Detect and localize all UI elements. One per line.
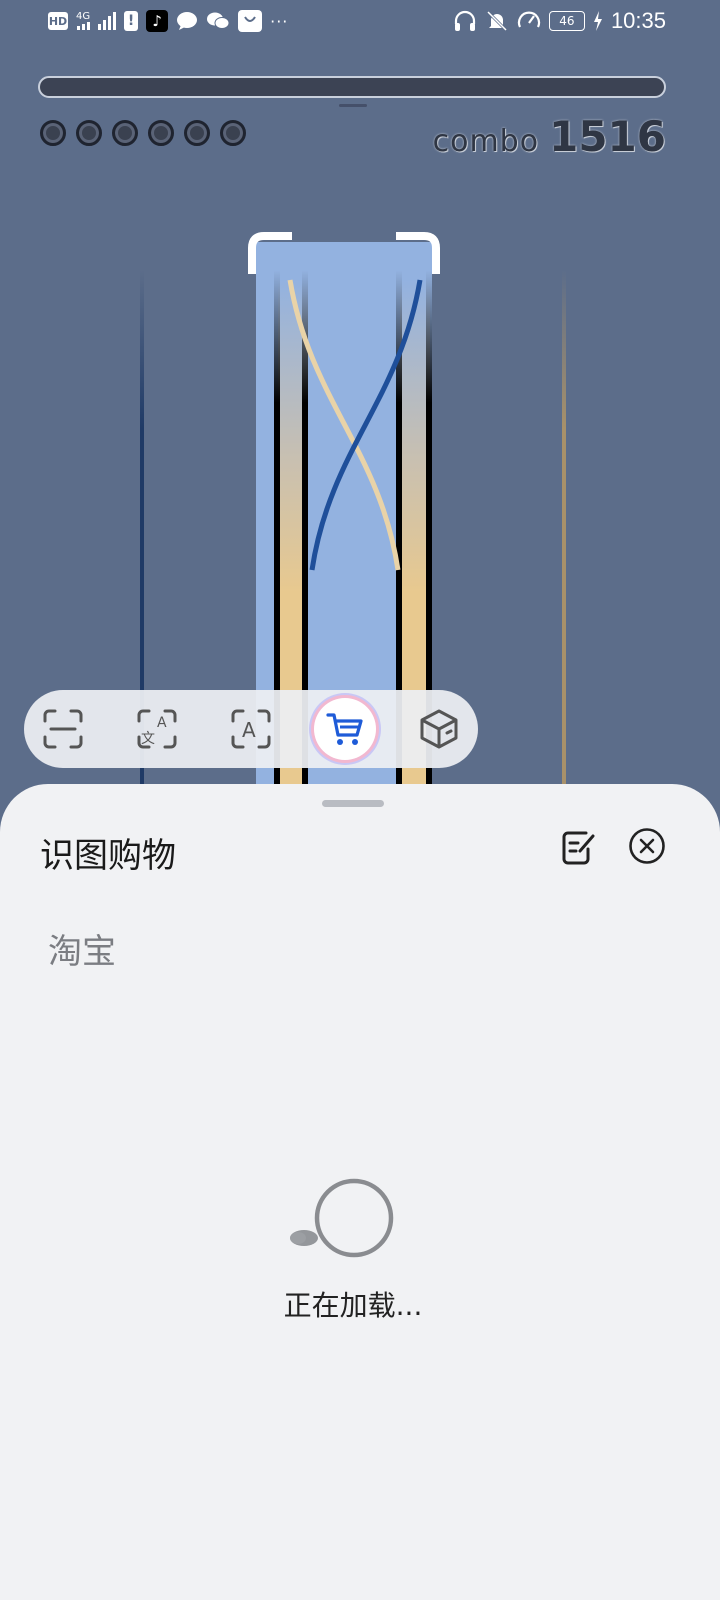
right-rail bbox=[562, 270, 566, 800]
battery-icon: 46 bbox=[548, 11, 585, 31]
scan-mode-button[interactable] bbox=[32, 698, 94, 760]
sheet-title: 识图购物 bbox=[40, 836, 176, 876]
close-button[interactable] bbox=[627, 826, 667, 866]
bell-muted-icon bbox=[485, 10, 509, 32]
tiktok-icon: ♪ bbox=[146, 10, 169, 32]
life-dot bbox=[148, 120, 174, 146]
shopping-cart-icon bbox=[326, 713, 363, 745]
close-circle-icon bbox=[629, 828, 665, 864]
song-progress-bar bbox=[38, 76, 666, 98]
loading-text: 正在加载... bbox=[283, 1289, 423, 1322]
life-indicators bbox=[40, 120, 246, 146]
text-recognition-icon: A bbox=[231, 709, 271, 749]
sheet-drag-handle[interactable] bbox=[322, 800, 384, 807]
message-icon bbox=[176, 11, 198, 31]
progress-notch bbox=[339, 104, 367, 107]
life-dot bbox=[40, 120, 66, 146]
3d-cube-icon bbox=[420, 709, 458, 749]
signal-icon bbox=[98, 12, 117, 30]
more-dots-icon: ··· bbox=[270, 11, 289, 31]
scan-icon bbox=[43, 709, 83, 749]
clock-time: 10:35 bbox=[610, 8, 666, 33]
lens-mode-toolbar: A文 A bbox=[24, 690, 478, 768]
taobao-bag-icon bbox=[238, 10, 263, 32]
edit-button[interactable] bbox=[558, 826, 598, 866]
svg-text:A: A bbox=[242, 718, 256, 742]
network-4g-icon: 4G bbox=[76, 12, 90, 30]
status-bar: HD 4G ! ♪ ··· 46 10:35 bbox=[0, 0, 720, 46]
translate-mode-button[interactable]: A文 bbox=[126, 698, 188, 760]
translate-icon: A文 bbox=[137, 709, 177, 749]
hd-icon: HD bbox=[48, 12, 68, 30]
life-dot bbox=[184, 120, 210, 146]
status-right-icons: 46 10:35 bbox=[453, 8, 666, 34]
headphones-icon bbox=[453, 10, 477, 32]
speed-icon bbox=[517, 10, 541, 32]
edit-note-icon bbox=[562, 831, 595, 865]
svg-text:A: A bbox=[157, 715, 167, 731]
charging-icon bbox=[593, 11, 603, 31]
alert-icon: ! bbox=[124, 11, 139, 31]
life-dot bbox=[112, 120, 138, 146]
loading-spinner-icon bbox=[290, 1178, 394, 1258]
status-left-icons: HD 4G ! ♪ ··· bbox=[48, 10, 288, 32]
svg-text:文: 文 bbox=[141, 731, 155, 747]
source-label: 淘宝 bbox=[48, 932, 116, 972]
life-dot bbox=[76, 120, 102, 146]
shopping-results-sheet: 识图购物 淘宝 正在加载... bbox=[0, 784, 720, 1600]
life-dot bbox=[220, 120, 246, 146]
3d-mode-button[interactable] bbox=[408, 698, 470, 760]
text-recognition-button[interactable]: A bbox=[220, 698, 282, 760]
shopping-mode-button[interactable] bbox=[314, 698, 376, 760]
battery-level: 46 bbox=[559, 14, 575, 28]
wechat-icon bbox=[206, 11, 230, 31]
